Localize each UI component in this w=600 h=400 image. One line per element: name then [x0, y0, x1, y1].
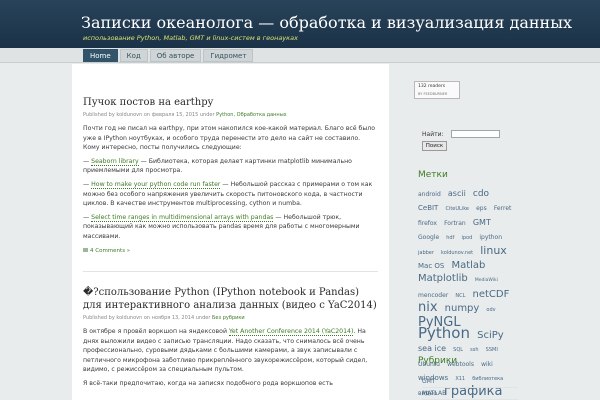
tag-link[interactable]: jabber [418, 248, 434, 258]
tag-link[interactable]: CiteULike [445, 204, 469, 214]
tag-link[interactable]: linux [480, 244, 507, 256]
main-content: Пучок постов на earthpy Published by kol… [72, 64, 389, 400]
nav-code[interactable]: Код [119, 49, 148, 62]
tag-link[interactable]: eps [476, 204, 487, 214]
tag-link[interactable]: sea ice [418, 344, 446, 354]
tag-link[interactable]: nix [418, 301, 438, 315]
feed-label: BY FEEDBURNER [418, 92, 448, 96]
post-body: Почти год не писал на earthpy, при этом … [83, 124, 378, 242]
tag-link[interactable]: ascii [448, 189, 466, 199]
search-input[interactable] [451, 130, 500, 138]
post-date: ноября 13, 2014 [151, 315, 195, 321]
post-paragraph: Я всё-таки предпочитаю, когда на записях… [83, 379, 333, 387]
comment-icon [83, 248, 88, 253]
categories-title: Рубрики [418, 356, 458, 366]
feed-count: 132 readers [418, 84, 446, 89]
site-header: Записки океанолога — обработка и визуали… [0, 0, 600, 48]
tag-link[interactable]: hdf [446, 233, 454, 243]
tag-link[interactable]: Fortran [444, 219, 466, 229]
post-divider [83, 271, 378, 272]
post-link[interactable]: Seaborn library [91, 157, 139, 166]
post-author[interactable]: koldunovn [116, 112, 142, 118]
tag-link[interactable]: Ferret [494, 204, 512, 214]
post-date: февраля 15, 2015 [151, 112, 199, 118]
post-paragraph: В октябре я провёл воркшоп на яндексовой… [83, 328, 368, 374]
post-list-item: — How to make your python code run faste… [83, 180, 373, 208]
site-title[interactable]: Записки океанолога — обработка и визуали… [81, 13, 572, 32]
tag-link[interactable]: Matplotlib [418, 274, 468, 285]
tag-link[interactable]: Mac OS [418, 261, 444, 271]
feedburner-badge[interactable]: 132 readers BY FEEDBURNER [414, 81, 460, 99]
category-list: GMT MATLAB [422, 376, 518, 400]
post: Пучок постов на earthpy Published by kol… [83, 96, 378, 254]
search-button[interactable]: Поиск [422, 141, 447, 151]
post: �?спользование Python (IPython notebook … [83, 286, 378, 393]
tag-link[interactable]: Python [418, 325, 470, 341]
main-nav: Home Код Об авторе Гидромет [83, 49, 254, 62]
post-categories[interactable]: Python, Обработка данных [216, 112, 286, 118]
tag-link[interactable]: Matlab [451, 260, 485, 271]
site-description: использование Python, Matlab, GMT и linu… [83, 34, 298, 42]
tag-link[interactable]: Google [418, 233, 439, 243]
post-categories[interactable]: Без рубрики [212, 315, 245, 321]
tags-title: Метки [418, 170, 448, 180]
post-meta: Published by koldunovn on февраля 15, 20… [83, 112, 287, 118]
post-title[interactable]: �?спользование Python (IPython notebook … [83, 286, 378, 312]
nav-about[interactable]: Об авторе [149, 49, 202, 62]
post-list-item: — Seaborn library — Библиотека, которая … [83, 157, 352, 175]
category-item[interactable]: GMT [422, 376, 518, 388]
comments-link[interactable]: 4 Comments » [83, 248, 378, 254]
post-intro: Почти год не писал на earthpy, при этом … [83, 125, 375, 152]
tag-link[interactable]: koldunov.net [441, 248, 473, 258]
category-item[interactable]: MATLAB [422, 388, 518, 400]
tag-link[interactable]: ipython [479, 233, 502, 243]
search-label: Найти: [422, 131, 444, 138]
post-link[interactable]: How to make your python code run faster [91, 180, 221, 189]
tag-link[interactable]: GMT [473, 218, 491, 228]
tag-link[interactable]: cdo [473, 189, 489, 199]
tag-link[interactable]: odv [486, 305, 495, 315]
tag-link[interactable]: NCL [455, 291, 465, 301]
tag-link[interactable]: netCDF [473, 289, 510, 300]
tag-link[interactable]: android [418, 190, 441, 200]
post-link[interactable]: Select time ranges in multidimensional a… [91, 213, 274, 222]
tag-link[interactable]: MediaWiki [475, 276, 498, 286]
post-author[interactable]: koldunovn [116, 315, 142, 321]
tag-link[interactable]: SSMI [486, 345, 498, 355]
tag-link[interactable]: ssh [470, 345, 478, 355]
tag-link[interactable]: numpy [445, 303, 480, 314]
nav-home[interactable]: Home [83, 49, 118, 62]
post-meta: Published by koldunovn on ноября 13, 201… [83, 315, 245, 321]
post-body: В октябре я провёл воркшоп на яндексовой… [83, 327, 378, 389]
tag-link[interactable]: ipod [461, 233, 472, 243]
tag-cloud: android ascii cdo CeBIT CiteULike eps Fe… [418, 186, 518, 400]
post-link[interactable]: Yet Another Conference 2014 (YaC2014) [228, 328, 354, 336]
tag-link[interactable]: firefox [418, 219, 437, 229]
nav-hydromet[interactable]: Гидромет [203, 49, 254, 62]
post-title[interactable]: Пучок постов на earthpy [83, 96, 378, 109]
tag-link[interactable]: CeBIT [418, 203, 438, 213]
tag-link[interactable]: SQL [453, 345, 463, 355]
tag-link[interactable]: SciPy [477, 330, 504, 341]
sidebar: 132 readers BY FEEDBURNER Найти: Поиск М… [403, 64, 521, 400]
tag-link[interactable]: wiki [481, 360, 493, 370]
post-list-item: — Select time ranges in multidimensional… [83, 213, 360, 240]
